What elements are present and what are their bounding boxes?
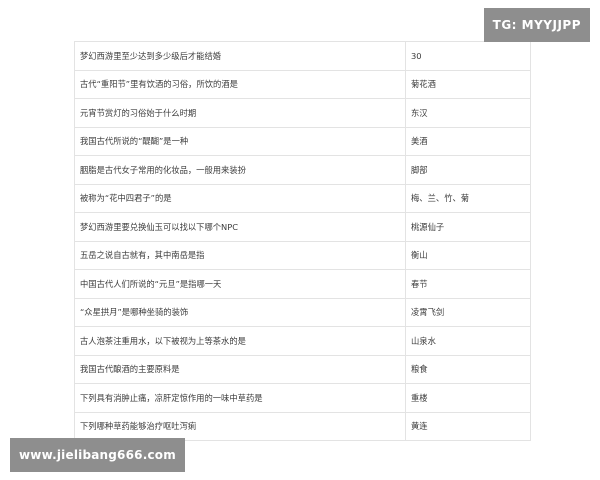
page: 梦幻西游里至少达到多少级后才能结婚 30 古代“重阳节”里有饮酒的习俗，所饮的酒…: [0, 0, 600, 480]
answer-cell: 凌霄飞剑: [405, 297, 531, 327]
table-row: 我国古代所说的“醍醐”是一种 美酒: [74, 126, 531, 156]
answer-cell: 桃源仙子: [405, 212, 531, 242]
question-cell: 被称为“花中四君子”的是: [74, 183, 406, 213]
question-cell: 五岳之说自古就有，其中南岳是指: [74, 240, 406, 270]
question-cell: 古人泡茶注重用水，以下被视为上等茶水的是: [74, 326, 406, 356]
answer-cell: 粮食: [405, 354, 531, 384]
answer-cell: 春节: [405, 269, 531, 299]
table-row: 被称为“花中四君子”的是 梅、兰、竹、菊: [74, 183, 531, 213]
answer-cell: 30: [405, 41, 531, 71]
question-cell: 古代“重阳节”里有饮酒的习俗，所饮的酒是: [74, 69, 406, 99]
answer-cell: 黄连: [405, 411, 531, 441]
answer-cell: 东汉: [405, 98, 531, 128]
table-row: 胭脂是古代女子常用的化妆品，一般用来装扮 脚部: [74, 155, 531, 185]
question-cell: 梦幻西游里至少达到多少级后才能结婚: [74, 41, 406, 71]
question-cell: 我国古代酿酒的主要原料是: [74, 354, 406, 384]
table-row: 下列哪种草药能够治疗呕吐泻痢 黄连: [74, 411, 531, 441]
table-row: 梦幻西游里至少达到多少级后才能结婚 30: [74, 41, 531, 71]
answer-cell: 脚部: [405, 155, 531, 185]
table-row: 元宵节赏灯的习俗始于什么时期 东汉: [74, 98, 531, 128]
question-cell: 中国古代人们所说的“元旦”是指哪一天: [74, 269, 406, 299]
table-row: 中国古代人们所说的“元旦”是指哪一天 春节: [74, 269, 531, 299]
question-cell: “众星拱月”是哪种坐骑的装饰: [74, 297, 406, 327]
answer-cell: 菊花酒: [405, 69, 531, 99]
question-cell: 我国古代所说的“醍醐”是一种: [74, 126, 406, 156]
answer-cell: 山泉水: [405, 326, 531, 356]
table-row: “众星拱月”是哪种坐骑的装饰 凌霄飞剑: [74, 297, 531, 327]
qa-table-body: 梦幻西游里至少达到多少级后才能结婚 30 古代“重阳节”里有饮酒的习俗，所饮的酒…: [74, 41, 531, 441]
answer-cell: 重楼: [405, 383, 531, 413]
table-row: 梦幻西游里要兑换仙玉可以找以下哪个NPC 桃源仙子: [74, 212, 531, 242]
question-cell: 下列具有消肿止痛，凉肝定惊作用的一味中草药是: [74, 383, 406, 413]
question-cell: 元宵节赏灯的习俗始于什么时期: [74, 98, 406, 128]
watermark-website: www.jielibang666.com: [10, 438, 185, 472]
qa-table: 梦幻西游里至少达到多少级后才能结婚 30 古代“重阳节”里有饮酒的习俗，所饮的酒…: [74, 41, 531, 441]
table-row: 我国古代酿酒的主要原料是 粮食: [74, 354, 531, 384]
table-row: 古代“重阳节”里有饮酒的习俗，所饮的酒是 菊花酒: [74, 69, 531, 99]
answer-cell: 衡山: [405, 240, 531, 270]
table-row: 下列具有消肿止痛，凉肝定惊作用的一味中草药是 重楼: [74, 383, 531, 413]
question-cell: 梦幻西游里要兑换仙玉可以找以下哪个NPC: [74, 212, 406, 242]
question-cell: 胭脂是古代女子常用的化妆品，一般用来装扮: [74, 155, 406, 185]
question-cell: 下列哪种草药能够治疗呕吐泻痢: [74, 411, 406, 441]
answer-cell: 美酒: [405, 126, 531, 156]
table-row: 五岳之说自古就有，其中南岳是指 衡山: [74, 240, 531, 270]
answer-cell: 梅、兰、竹、菊: [405, 183, 531, 213]
watermark-telegram: TG: MYYJJPP: [483, 8, 590, 42]
table-row: 古人泡茶注重用水，以下被视为上等茶水的是 山泉水: [74, 326, 531, 356]
